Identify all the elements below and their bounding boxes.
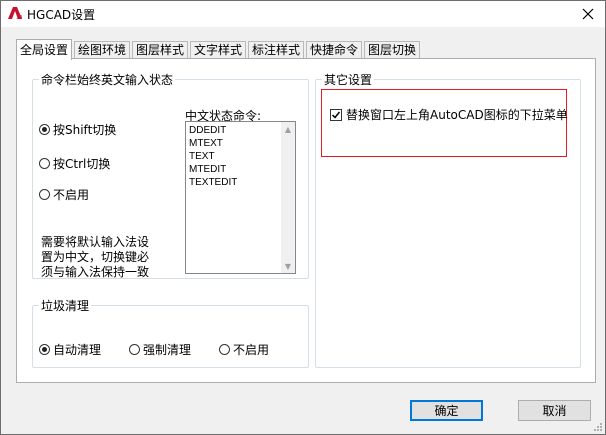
other-settings-legend: 其它设置 xyxy=(324,73,373,87)
tab-text-style[interactable]: 文字样式 xyxy=(190,41,247,59)
tab-layer-style[interactable]: 图层样式 xyxy=(132,41,189,59)
chinese-command-listbox[interactable]: DDEDIT MTEXT TEXT MTEDIT TEXTEDIT ▲ ▼ xyxy=(185,121,296,274)
radio-shift-switch-circle[interactable] xyxy=(39,124,50,135)
tab-global-settings[interactable]: 全局设置 xyxy=(16,39,73,60)
highlight-box: 替换窗口左上角AutoCAD图标的下拉菜单 xyxy=(321,89,568,157)
tab-shortcut-commands[interactable]: 快捷命令 xyxy=(306,41,363,59)
replace-menu-label: 替换窗口左上角AutoCAD图标的下拉菜单 xyxy=(346,108,568,122)
cleanup-group: 垃圾清理 自动清理 强制清理 不启用 xyxy=(32,297,309,368)
radio-input-disabled-circle[interactable] xyxy=(39,189,50,200)
tab-drawing-environment[interactable]: 绘图环境 xyxy=(74,41,131,59)
scroll-up-icon[interactable]: ▲ xyxy=(281,122,295,136)
window-title: HGCAD设置 xyxy=(27,8,96,22)
list-item[interactable]: MTEDIT xyxy=(189,163,295,176)
cancel-button[interactable]: 取消 xyxy=(518,400,591,421)
radio-clean-disabled-label: 不启用 xyxy=(233,343,270,357)
radio-input-disabled[interactable]: 不启用 xyxy=(39,186,89,203)
radio-force-clean-label: 强制清理 xyxy=(143,343,192,357)
ok-button[interactable]: 确定 xyxy=(410,400,483,421)
radio-ctrl-switch-label: 按Ctrl切换 xyxy=(53,157,111,171)
input-state-group: 命令栏始终英文输入状态 按Shift切换 按Ctrl切换 不启用 中文状态命令:… xyxy=(32,71,309,279)
replace-menu-checkbox-row[interactable]: 替换窗口左上角AutoCAD图标的下拉菜单 xyxy=(330,106,568,123)
input-state-legend: 命令栏始终英文输入状态 xyxy=(41,73,174,87)
radio-clean-disabled[interactable]: 不启用 xyxy=(219,341,269,358)
title-bar: 10 HGCAD设置 xyxy=(1,1,605,27)
list-item[interactable]: TEXT xyxy=(189,150,295,163)
radio-shift-switch[interactable]: 按Shift切换 xyxy=(39,121,116,138)
replace-menu-checkbox[interactable] xyxy=(330,108,342,121)
tab-panel-global-settings: 命令栏始终英文输入状态 按Shift切换 按Ctrl切换 不启用 中文状态命令:… xyxy=(16,58,596,383)
tab-layer-switch[interactable]: 图层切换 xyxy=(364,41,421,59)
cleanup-legend: 垃圾清理 xyxy=(41,299,90,313)
radio-auto-clean-label: 自动清理 xyxy=(53,343,102,357)
close-button[interactable] xyxy=(579,5,597,23)
listbox-scrollbar[interactable]: ▲ ▼ xyxy=(281,122,295,273)
radio-ctrl-switch[interactable]: 按Ctrl切换 xyxy=(39,155,110,172)
input-method-note: 需要将默认输入法设置为中文，切换键必须与输入法保持一致 xyxy=(41,235,150,279)
autocad-a-icon: 10 xyxy=(8,7,22,20)
checkmark-icon xyxy=(331,111,341,119)
close-icon xyxy=(582,8,594,20)
list-item[interactable]: MTEXT xyxy=(189,137,295,150)
tab-dimension-style[interactable]: 标注样式 xyxy=(248,41,305,59)
radio-clean-disabled-circle[interactable] xyxy=(219,344,230,355)
radio-shift-switch-label: 按Shift切换 xyxy=(53,123,117,137)
svg-text:10: 10 xyxy=(16,15,22,20)
list-item[interactable]: TEXTEDIT xyxy=(189,176,295,189)
scroll-down-icon[interactable]: ▼ xyxy=(281,259,295,273)
radio-ctrl-switch-circle[interactable] xyxy=(39,158,50,169)
radio-input-disabled-label: 不启用 xyxy=(53,188,90,202)
radio-force-clean[interactable]: 强制清理 xyxy=(129,341,191,358)
radio-auto-clean-circle[interactable] xyxy=(39,344,50,355)
resize-grip-icon[interactable] xyxy=(593,422,603,432)
radio-force-clean-circle[interactable] xyxy=(129,344,140,355)
list-item[interactable]: DDEDIT xyxy=(189,124,295,137)
settings-dialog: 10 HGCAD设置 全局设置 绘图环境 图层样式 文字样式 标注样式 快捷命令… xyxy=(0,0,606,435)
radio-auto-clean[interactable]: 自动清理 xyxy=(39,341,101,358)
